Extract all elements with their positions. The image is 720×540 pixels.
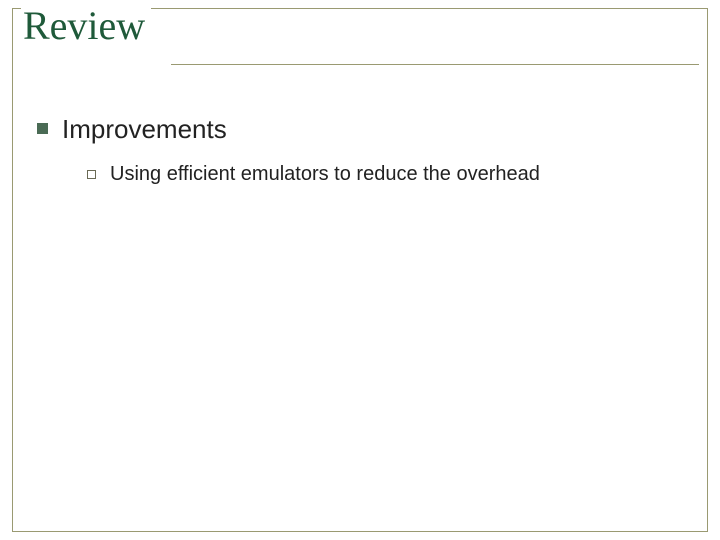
square-bullet-icon [37, 123, 48, 134]
list-item-label: Using efficient emulators to reduce the … [110, 163, 540, 186]
list-item: Using efficient emulators to reduce the … [87, 163, 677, 186]
slide-content: Improvements Using efficient emulators t… [37, 114, 677, 186]
title-region: Review [21, 5, 151, 47]
list-item: Improvements [37, 114, 677, 145]
list-item-label: Improvements [62, 114, 227, 145]
slide-frame: Review Improvements Using efficient emul… [12, 8, 708, 532]
slide-title: Review [23, 5, 145, 47]
hollow-square-bullet-icon [87, 170, 96, 179]
title-underline-mask [23, 59, 171, 69]
